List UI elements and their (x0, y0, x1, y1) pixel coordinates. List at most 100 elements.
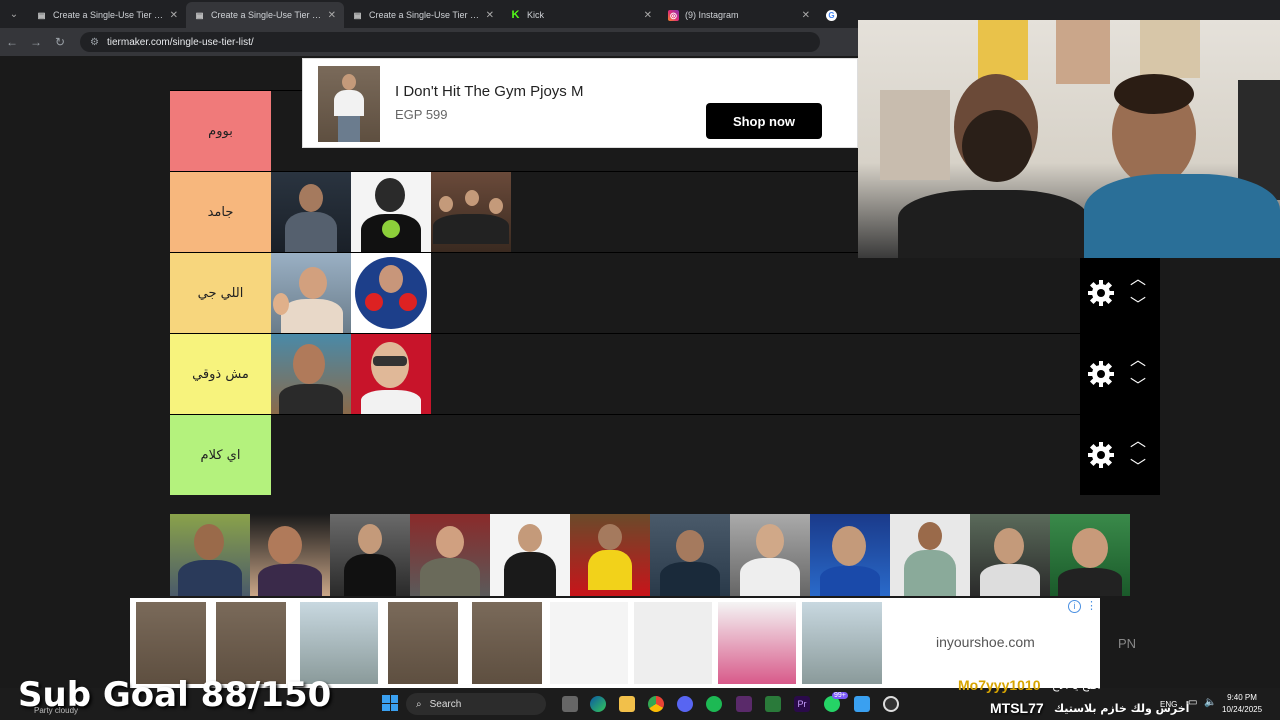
browser-tab[interactable]: ▤ Create a Single-Use Tier List (P... ✕ (28, 2, 186, 28)
site-info-icon[interactable]: ⚙ (90, 37, 99, 48)
ad-price: EGP 599 (395, 107, 448, 122)
ad-product-image[interactable] (472, 602, 542, 684)
premiere-icon[interactable]: Pr (794, 696, 810, 712)
tier-label[interactable]: جامد (170, 172, 271, 252)
chevron-up-icon[interactable]: ︿ (1130, 353, 1146, 369)
reload-icon[interactable]: ↻ (48, 35, 72, 49)
shop-now-button[interactable]: Shop now (706, 103, 822, 139)
pool-item-image[interactable] (170, 514, 250, 596)
language-indicator[interactable]: ENG (1160, 700, 1177, 709)
chevron-down-icon[interactable]: ﹀ (1130, 379, 1146, 395)
chevron-down-icon[interactable]: ﹀ (1130, 298, 1146, 314)
donor-name: Mo7yyy1010 (958, 677, 1041, 693)
tier-label[interactable]: اي كلام (170, 415, 271, 495)
pool-item-image[interactable] (970, 514, 1050, 596)
tiermaker-icon: ▤ (195, 10, 204, 20)
close-tab-icon[interactable]: ✕ (164, 10, 178, 21)
weather-text: Party cloudy (34, 706, 79, 715)
back-icon[interactable]: ← (0, 35, 24, 49)
kick-icon: K (511, 9, 520, 21)
tier-label[interactable]: بووم (170, 91, 271, 171)
tier-item-image[interactable] (271, 172, 351, 252)
ad-menu-icon[interactable]: ⋮ (1086, 599, 1097, 612)
spotify-icon[interactable] (706, 696, 722, 712)
tier-controls: ︿ ﹀ (1080, 253, 1160, 333)
tier-row: اي كلام ︿ ﹀ (170, 414, 1160, 495)
pool-item-image[interactable] (1050, 514, 1130, 596)
system-clock[interactable]: 9:40 PM 10/24/2025 (1222, 692, 1262, 716)
ad-domain[interactable]: inyourshoe.com (936, 634, 1035, 650)
close-tab-icon[interactable]: ✕ (796, 10, 810, 21)
browser-tab-active[interactable]: ▤ Create a Single-Use Tier List (P... ✕ (186, 2, 344, 28)
volume-icon[interactable]: 🔈 (1204, 697, 1216, 708)
ad-info-icon[interactable]: i (1068, 600, 1081, 613)
forward-icon[interactable]: → (24, 35, 48, 49)
donor-message: افتح يا الاخ (1052, 679, 1101, 692)
pool-item-image[interactable] (330, 514, 410, 596)
chevron-up-icon[interactable]: ︿ (1130, 434, 1146, 450)
ad-product-image[interactable] (300, 602, 378, 684)
ad-product-image[interactable] (718, 602, 796, 684)
tier-row: اللي جي ︿ ﹀ (170, 252, 1160, 333)
chrome-icon[interactable] (648, 696, 664, 712)
tab-search-button[interactable]: ⌄ (0, 9, 28, 20)
network-icon[interactable]: ▭ (1188, 697, 1197, 708)
windows-start-icon[interactable] (382, 695, 398, 711)
ad-title[interactable]: I Don't Hit The Gym Pjoys M (395, 83, 583, 100)
tier-item-image[interactable] (351, 253, 431, 333)
pool-item-image[interactable] (410, 514, 490, 596)
ad-product-image[interactable] (550, 602, 628, 684)
close-tab-icon[interactable]: ✕ (638, 10, 652, 21)
tier-item-image[interactable] (351, 172, 431, 252)
pool-item-image[interactable] (810, 514, 890, 596)
subscriber-name: MTSL77 (990, 700, 1044, 716)
browser-tab[interactable]: ▤ Create a Single-Use Tier List (P... ✕ (344, 2, 502, 28)
pool-item-image[interactable] (730, 514, 810, 596)
notification-badge: 99+ (832, 692, 848, 699)
edge-icon[interactable] (590, 696, 606, 712)
browser-tab[interactable]: K Kick ✕ (502, 2, 660, 28)
close-tab-icon[interactable]: ✕ (322, 10, 336, 21)
pool-item-image[interactable] (890, 514, 970, 596)
gear-icon[interactable] (1088, 361, 1114, 387)
file-explorer-icon[interactable] (619, 696, 635, 712)
tier-items (271, 334, 431, 414)
vegas-icon[interactable] (736, 696, 752, 712)
url-field[interactable]: ⚙ tiermaker.com/single-use-tier-list/ (80, 32, 820, 52)
chevron-up-icon[interactable]: ︿ (1130, 272, 1146, 288)
tier-item-image[interactable] (271, 253, 351, 333)
pool-item-image[interactable] (250, 514, 330, 596)
discord-icon[interactable] (677, 696, 693, 712)
ad-product-image[interactable] (216, 602, 286, 684)
pool-item-image[interactable] (490, 514, 570, 596)
tier-items (271, 172, 511, 252)
tier-label[interactable]: اللي جي (170, 253, 271, 333)
ad-product-image[interactable] (634, 602, 712, 684)
tier-row: مش ذوقي ︿ ﹀ (170, 333, 1160, 414)
tier-item-image[interactable] (351, 334, 431, 414)
unranked-items-pool (170, 514, 1130, 596)
browser-tab[interactable]: ◎ (9) Instagram ✕ (660, 2, 818, 28)
ad-product-image[interactable] (802, 602, 882, 684)
tier-label[interactable]: مش ذوقي (170, 334, 271, 414)
ad-product-image[interactable] (388, 602, 458, 684)
browser-tab[interactable]: G (818, 2, 848, 28)
obs-icon[interactable] (883, 696, 899, 712)
app-icon[interactable] (765, 696, 781, 712)
tier-items (271, 253, 431, 333)
product-ad-banner[interactable]: I Don't Hit The Gym Pjoys M EGP 599 Shop… (302, 58, 858, 148)
chevron-down-icon[interactable]: ﹀ (1130, 460, 1146, 476)
notes-icon[interactable] (854, 696, 870, 712)
ad-product-image[interactable] (318, 66, 380, 142)
pool-item-image[interactable] (570, 514, 650, 596)
taskbar-search[interactable]: ⌕ Search (406, 693, 546, 715)
task-view-icon[interactable] (562, 696, 578, 712)
ad-product-image[interactable] (136, 602, 206, 684)
gear-icon[interactable] (1088, 280, 1114, 306)
google-icon: G (826, 9, 837, 21)
tier-item-image[interactable] (431, 172, 511, 252)
pool-item-image[interactable] (650, 514, 730, 596)
close-tab-icon[interactable]: ✕ (480, 10, 494, 21)
gear-icon[interactable] (1088, 442, 1114, 468)
tier-item-image[interactable] (271, 334, 351, 414)
